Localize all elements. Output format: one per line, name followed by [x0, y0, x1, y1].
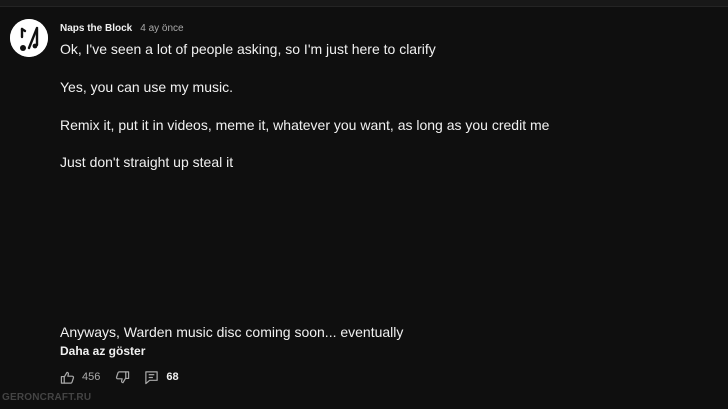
site-watermark: GERONCRAFT.RU: [2, 392, 92, 403]
comment-header: Naps the Block 4 ay önce: [60, 23, 184, 34]
author-name[interactable]: Naps the Block: [60, 23, 132, 34]
comment-bubble-icon: [145, 370, 159, 384]
top-divider: [0, 0, 728, 7]
comment-text-line: Anyways, Warden music disc coming soon..…: [60, 324, 404, 340]
like-button[interactable]: [60, 370, 75, 385]
comment-text-line: Ok, I've seen a lot of people asking, so…: [60, 41, 436, 57]
comment-text-line: Remix it, put it in videos, meme it, wha…: [60, 117, 550, 133]
music-note-avatar-icon: [10, 19, 48, 57]
author-avatar[interactable]: [10, 19, 48, 57]
thumbs-up-icon: [60, 371, 75, 384]
reply-count[interactable]: 68: [166, 371, 178, 383]
comment-actions: 456 68: [60, 369, 179, 385]
show-less-button[interactable]: Daha az göster: [60, 344, 145, 358]
comment-text-line: Yes, you can use my music.: [60, 79, 234, 95]
thumbs-down-icon: [116, 370, 130, 383]
like-count: 456: [82, 371, 101, 383]
dislike-button[interactable]: [115, 370, 130, 385]
replies-button[interactable]: [144, 370, 159, 385]
comment-text-line: Just don't straight up steal it: [60, 154, 234, 170]
comment-timestamp[interactable]: 4 ay önce: [140, 23, 183, 34]
